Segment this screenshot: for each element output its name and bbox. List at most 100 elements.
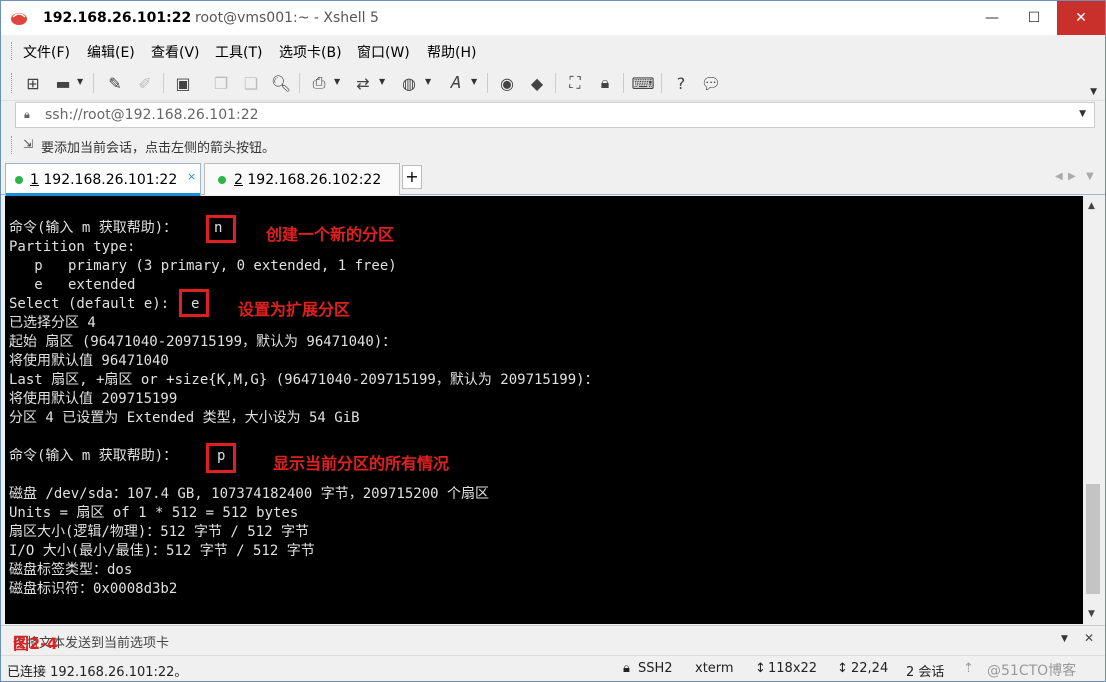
minimize-button[interactable]: — xyxy=(975,1,1009,35)
address-url[interactable]: ssh://root@192.168.26.101:22 xyxy=(45,107,259,123)
toolbar-separator xyxy=(487,73,488,93)
menu-help[interactable]: 帮助(H) xyxy=(427,42,476,62)
cursor-position: 22,24 xyxy=(851,661,889,676)
toolbar-grip[interactable] xyxy=(11,73,13,93)
new-session-icon[interactable]: ⊞ xyxy=(21,71,45,95)
terminal[interactable]: 命令(输入 m 获取帮助)： Partition type: p primary… xyxy=(5,196,1083,624)
scroll-up-icon[interactable]: ▲ xyxy=(1088,201,1095,211)
disconnect-icon[interactable]: ✐ xyxy=(133,71,157,95)
paste-icon[interactable]: ❏ xyxy=(239,71,263,95)
new-tab-button[interactable]: + xyxy=(402,165,422,189)
terminal-line: 分区 4 已设置为 Extended 类型，大小设为 54 GiB xyxy=(9,410,360,426)
highlight-box xyxy=(206,443,236,473)
maximize-button[interactable]: ☐ xyxy=(1017,1,1051,35)
terminal-line: p primary (3 primary, 0 extended, 1 free… xyxy=(9,258,397,274)
close-button[interactable]: ✕ xyxy=(1057,1,1105,35)
menu-view[interactable]: 查看(V) xyxy=(151,42,200,62)
status-bar: 已连接 192.168.26.101:22。 🔒︎ SSH2 xterm ↕ 1… xyxy=(1,655,1105,681)
tab-session-1[interactable]: 1 192.168.26.101:22 × xyxy=(5,163,201,196)
open-folder-icon[interactable]: ▬ xyxy=(51,71,75,95)
font-icon[interactable]: 𝐴 xyxy=(443,71,467,95)
toolbar-separator xyxy=(555,73,556,93)
window-title-app: root@vms001:~ - Xshell 5 xyxy=(195,10,379,26)
compose-bar[interactable]: 仅将文本发送到当前选项卡 图2-4 ▼ ✕ xyxy=(1,625,1105,653)
protocol-lock-icon: 🔒︎ xyxy=(623,661,630,676)
toolbar-separator xyxy=(623,73,624,93)
tab-list-icon[interactable]: ▼ xyxy=(1086,171,1094,182)
terminal-line: 扇区大小(逻辑/物理)：512 字节 / 512 字节 xyxy=(9,524,310,540)
tab-label: 2 192.168.26.102:22 xyxy=(234,172,382,188)
hint-text: 要添加当前会话，点击左侧的箭头按钮。 xyxy=(41,141,276,156)
hint-bar: ⇲ 要添加当前会话，点击左侧的箭头按钮。 xyxy=(1,131,1105,159)
font-dropdown-icon[interactable]: ▼ xyxy=(471,77,477,86)
session-status-dot xyxy=(15,176,23,184)
terminal-line: 磁盘 /dev/sda：107.4 GB, 107374182400 字节，20… xyxy=(9,486,490,502)
fullscreen-icon[interactable]: ⛶ xyxy=(563,71,587,95)
terminal-line: e extended xyxy=(9,277,136,293)
tab-close-icon[interactable]: × xyxy=(187,170,196,183)
connect-icon[interactable]: ✎ xyxy=(103,71,127,95)
open-dropdown-icon[interactable]: ▼ xyxy=(77,77,83,86)
address-bar[interactable]: 🔒︎ ssh://root@192.168.26.101:22 ▼ xyxy=(15,102,1095,128)
scroll-down-icon[interactable]: ▼ xyxy=(1088,609,1095,619)
copy-icon[interactable]: ❐ xyxy=(209,71,233,95)
status-up-icon[interactable]: ⇡ xyxy=(963,661,974,676)
session-count: 2 会话 xyxy=(906,665,945,680)
annotation-extended: 设置为扩展分区 xyxy=(238,300,351,319)
terminal-line: 起始 扇区 (96471040-209715199，默认为 96471040)： xyxy=(9,334,397,350)
keyboard-icon[interactable]: ⌨ xyxy=(631,71,655,95)
toolbar-separator xyxy=(93,73,94,93)
help-icon[interactable]: ? xyxy=(669,71,693,95)
terminal-line: 磁盘标签类型：dos xyxy=(9,562,133,578)
globe-icon[interactable]: ◍ xyxy=(397,71,421,95)
find-icon[interactable]: 🔍︎ xyxy=(269,71,293,95)
menu-window[interactable]: 窗口(W) xyxy=(357,42,410,62)
compose-close-icon[interactable]: ✕ xyxy=(1084,631,1094,645)
globe-dropdown-icon[interactable]: ▼ xyxy=(425,77,431,86)
transfer-dropdown-icon[interactable]: ▼ xyxy=(379,77,385,86)
annotation-print-table: 显示当前分区的所有情况 xyxy=(273,454,450,473)
menu-edit[interactable]: 编辑(E) xyxy=(87,42,135,62)
xftp-icon[interactable]: ◉ xyxy=(495,71,519,95)
terminal-scrollbar[interactable]: ▲ ▼ xyxy=(1083,196,1103,624)
toolbar-expand-icon[interactable]: ▼ xyxy=(1090,87,1097,97)
toolbar: ⊞ ▬ ▼ ✎ ✐ ▣ ❐ ❏ 🔍︎ ⎙ ▼ ⇄ ▼ ◍ ▼ 𝐴 ▼ ◉ ◆ ⛶… xyxy=(1,65,1105,101)
menubar-grip[interactable] xyxy=(11,42,13,60)
scrollbar-thumb[interactable] xyxy=(1086,484,1100,594)
title-bar: 192.168.26.101:22 root@vms001:~ - Xshell… xyxy=(1,1,1105,35)
terminal-line: 已选择分区 4 xyxy=(9,315,96,331)
menu-tabs[interactable]: 选项卡(B) xyxy=(279,42,342,62)
print-icon[interactable]: ⎙ xyxy=(307,71,331,95)
hintbar-grip[interactable] xyxy=(11,136,13,154)
xmanager-icon[interactable]: ◆ xyxy=(525,71,549,95)
terminal-line: 将使用默认值 96471040 xyxy=(9,353,169,369)
cursor-icon: ↕ xyxy=(837,661,848,676)
address-dropdown-icon[interactable]: ▼ xyxy=(1079,109,1086,119)
menu-tools[interactable]: 工具(T) xyxy=(215,42,262,62)
size-icon: ↕ xyxy=(755,661,766,676)
chat-icon[interactable]: 💬︎ xyxy=(699,71,723,95)
terminal-line: 磁盘标识符：0x0008d3b2 xyxy=(9,581,178,597)
lock-icon: 🔒︎ xyxy=(24,108,30,121)
terminal-line: 将使用默认值 209715199 xyxy=(9,391,178,407)
terminal-line: Units = 扇区 of 1 * 512 = 512 bytes xyxy=(9,505,299,521)
terminal-type: xterm xyxy=(695,661,734,676)
toolbar-separator xyxy=(299,73,300,93)
tab-scroll-left-icon[interactable]: ◀ xyxy=(1055,171,1063,182)
lock-icon[interactable]: 🔒︎ xyxy=(593,71,617,95)
print-dropdown-icon[interactable]: ▼ xyxy=(334,77,340,86)
properties-icon[interactable]: ▣ xyxy=(171,71,195,95)
menu-bar: 文件(F) 编辑(E) 查看(V) 工具(T) 选项卡(B) 窗口(W) 帮助(… xyxy=(1,35,1105,65)
protocol-status: SSH2 xyxy=(638,661,673,676)
figure-label: 图2-4 xyxy=(13,634,58,653)
xshell-window: 192.168.26.101:22 root@vms001:~ - Xshell… xyxy=(0,0,1106,682)
connection-status: 已连接 192.168.26.101:22。 xyxy=(7,665,188,680)
compose-dropdown-icon[interactable]: ▼ xyxy=(1061,634,1068,644)
menu-file[interactable]: 文件(F) xyxy=(23,42,70,62)
tab-scroll-right-icon[interactable]: ▶ xyxy=(1068,171,1076,182)
toolbar-separator xyxy=(661,73,662,93)
add-session-arrow-icon[interactable]: ⇲ xyxy=(23,137,33,151)
transfer-icon[interactable]: ⇄ xyxy=(351,71,375,95)
terminal-line: Select (default e): xyxy=(9,296,178,312)
tab-session-2[interactable]: 2 192.168.26.102:22 xyxy=(204,163,400,195)
